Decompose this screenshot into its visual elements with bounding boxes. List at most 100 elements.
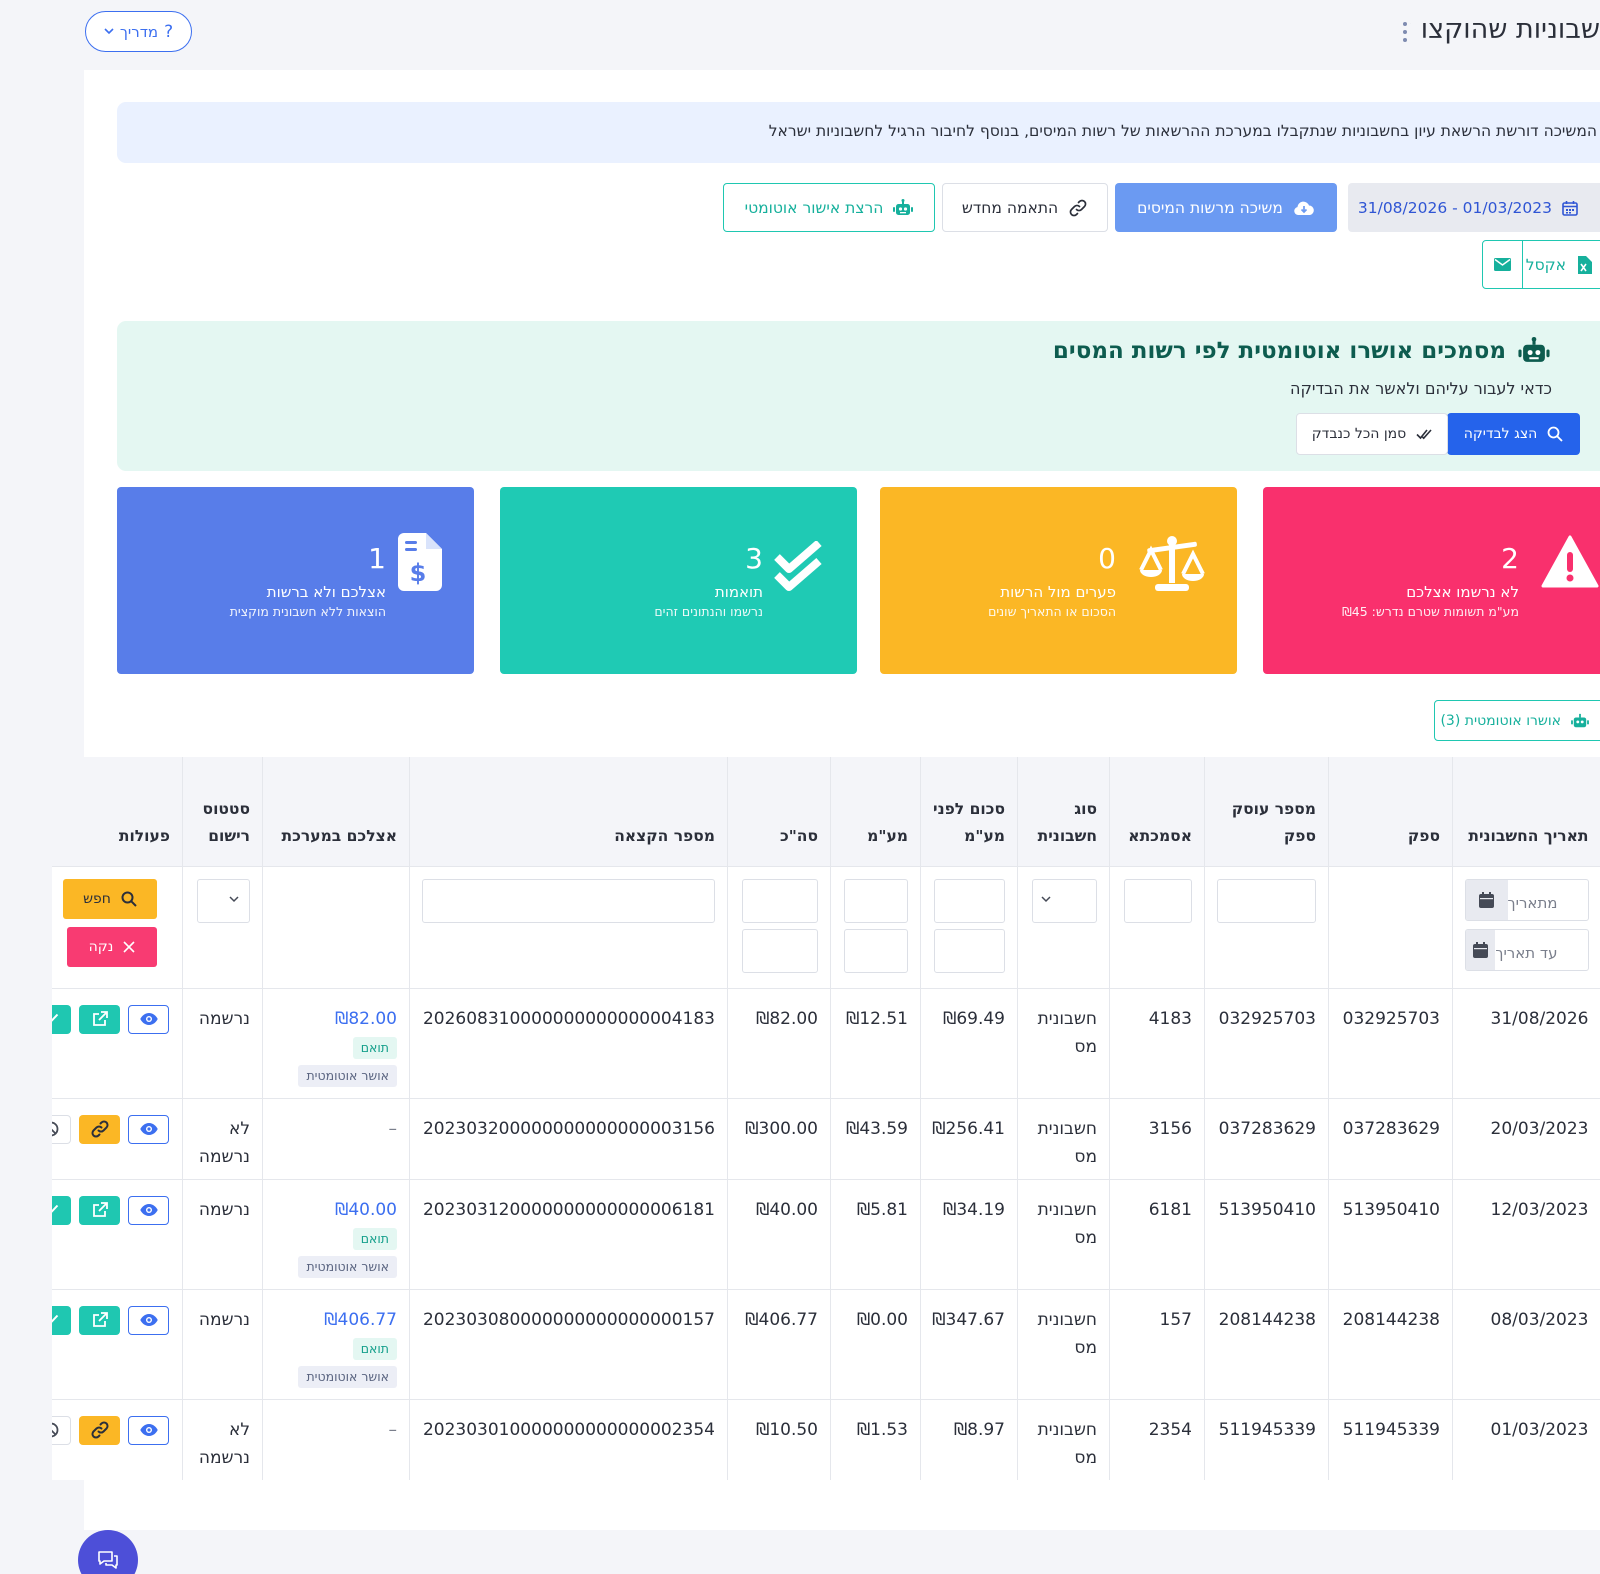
card-value: 0	[1098, 542, 1116, 575]
vat-max-filter[interactable]	[844, 928, 908, 973]
system-amount-link[interactable]: ₪82.00	[275, 1005, 397, 1033]
approve-button[interactable]	[52, 1305, 71, 1335]
chat-launcher-button[interactable]	[78, 1530, 138, 1574]
envelope-icon	[1494, 258, 1511, 271]
total-min-filter[interactable]	[742, 878, 818, 923]
before-vat-max-filter[interactable]	[934, 928, 1005, 973]
card-subtext: נרשמו והנתונים זהים	[654, 604, 763, 619]
cell-before-vat: ₪69.49	[920, 987, 1018, 1098]
cell-supplier-id: 032925703	[1204, 987, 1329, 1098]
col-header-supplier[interactable]: ספק	[1328, 757, 1453, 866]
calendar-icon	[1562, 200, 1578, 216]
email-export-button[interactable]	[1482, 240, 1523, 289]
view-button[interactable]	[128, 1004, 169, 1034]
view-button[interactable]	[128, 1195, 169, 1225]
open-external-button[interactable]	[79, 1305, 120, 1335]
svg-text:$: $	[410, 559, 427, 587]
col-header-vat[interactable]: מע"מ	[830, 757, 921, 866]
col-header-in-system[interactable]: אצלכם במערכת	[262, 757, 410, 866]
excel-export-button[interactable]: אקסל	[1521, 240, 1600, 289]
table-row: 20/03/2023 037283629 037283629 3156 חשבו…	[52, 1097, 1600, 1179]
date-range-picker[interactable]: 31/08/2026 - 01/03/2023	[1348, 183, 1600, 232]
open-external-button[interactable]	[79, 1195, 120, 1225]
total-max-filter[interactable]	[742, 928, 818, 973]
info-banner: המשיכה דורשת הרשאת עיון בחשבוניות שנתקבל…	[117, 102, 1600, 163]
ignore-button[interactable]	[52, 1415, 71, 1445]
open-external-button[interactable]	[79, 1004, 120, 1034]
card-label: לא נרשמו אצלכם	[1406, 583, 1519, 601]
cell-total: ₪10.50	[727, 1398, 831, 1480]
date-from-input[interactable]: מתאריך	[1465, 878, 1589, 921]
excel-label: אקסל	[1525, 255, 1566, 274]
table-row: 12/03/2023 513950410 513950410 6181 חשבו…	[52, 1178, 1600, 1289]
cell-actions	[52, 1097, 183, 1179]
guide-label: מדריך	[119, 22, 159, 41]
show-for-review-button[interactable]: הצג לבדיקה	[1447, 413, 1580, 455]
card-matched[interactable]: 3 תואמות נרשמו והנתונים זהים	[500, 487, 857, 674]
supplier-id-filter[interactable]	[1217, 878, 1316, 923]
scale-icon	[1139, 535, 1205, 593]
pull-from-tax-authority-button[interactable]: משיכה מרשות המיסים	[1115, 183, 1337, 232]
link-invoice-button[interactable]	[79, 1415, 120, 1445]
check-icon	[52, 1314, 59, 1326]
ignore-button[interactable]	[52, 1114, 71, 1144]
cell-in-system: –	[262, 1398, 410, 1480]
approve-button[interactable]	[52, 1195, 71, 1225]
search-button[interactable]: חפש	[63, 878, 157, 919]
cell-reference: 3156	[1109, 1097, 1205, 1179]
cell-reference: 6181	[1109, 1178, 1205, 1289]
cell-date: 31/08/2026	[1452, 987, 1600, 1098]
match-badge: תואם	[352, 1337, 397, 1360]
robot-icon	[1518, 337, 1550, 365]
system-amount-link[interactable]: ₪406.77	[275, 1306, 397, 1334]
clear-filters-button[interactable]: נקה	[67, 926, 157, 967]
col-header-date[interactable]: תאריך החשבונית	[1452, 757, 1600, 866]
rematch-button[interactable]: התאמה מחדש	[942, 183, 1108, 232]
guide-dropdown-button[interactable]: ? מדריך	[85, 11, 192, 52]
cell-allocation: 202608310000000000000004183	[409, 987, 728, 1098]
eye-icon	[139, 1424, 158, 1436]
status-filter-select[interactable]	[197, 878, 250, 923]
cell-before-vat: ₪8.97	[920, 1398, 1018, 1480]
link-invoice-button[interactable]	[79, 1114, 120, 1144]
view-button[interactable]	[128, 1305, 169, 1335]
col-header-supplier-id[interactable]: מספר עוסק ספק	[1204, 757, 1329, 866]
mark-all-reviewed-button[interactable]: סמן הכל כנבדק	[1296, 413, 1448, 455]
cell-type: חשבונית מס	[1017, 1288, 1110, 1399]
cell-actions	[52, 1398, 183, 1480]
col-header-reference[interactable]: אסמכתא	[1109, 757, 1205, 866]
reference-filter[interactable]	[1124, 878, 1192, 923]
cell-in-system: ₪40.00 תואם אושר אוטומטית	[262, 1178, 410, 1289]
view-button[interactable]	[128, 1114, 169, 1144]
double-check-icon	[1416, 428, 1432, 440]
cell-date: 08/03/2023	[1452, 1288, 1600, 1399]
auto-approved-badge: אושר אוטומטית	[298, 1255, 397, 1278]
before-vat-min-filter[interactable]	[934, 878, 1005, 923]
system-amount-empty: –	[388, 1419, 398, 1440]
card-not-registered[interactable]: 2 לא נרשמו אצלכם מע"מ תשומות שטרם נדרש: …	[1263, 487, 1600, 674]
col-header-type[interactable]: סוג חשבונית	[1017, 757, 1110, 866]
date-to-input[interactable]: עד תאריך	[1465, 928, 1589, 971]
system-amount-link[interactable]: ₪40.00	[275, 1196, 397, 1224]
cell-actions	[52, 987, 183, 1098]
approve-button[interactable]	[52, 1004, 71, 1034]
run-auto-approve-button[interactable]: הרצת אישור אוטומטי	[723, 183, 935, 232]
card-only-in-system[interactable]: $ 1 אצלכם ולא ברשות הוצאות ללא חשבונית מ…	[117, 487, 474, 674]
col-header-status[interactable]: סטטוס רישום	[182, 757, 263, 866]
search-icon	[121, 891, 137, 907]
cell-reference: 2354	[1109, 1398, 1205, 1480]
col-header-before-vat[interactable]: סכום לפני מע"מ	[920, 757, 1018, 866]
col-header-allocation[interactable]: מספר הקצאה	[409, 757, 728, 866]
view-button[interactable]	[128, 1415, 169, 1445]
calendar-icon[interactable]	[1466, 929, 1496, 970]
cell-in-system: ₪406.77 תואם אושר אוטומטית	[262, 1288, 410, 1399]
allocation-filter[interactable]	[422, 878, 715, 923]
col-header-total[interactable]: סה"כ	[727, 757, 831, 866]
calendar-icon[interactable]	[1466, 879, 1508, 920]
vat-min-filter[interactable]	[844, 878, 908, 923]
type-filter-select[interactable]	[1032, 878, 1097, 923]
auto-approved-filter-button[interactable]: אושרו אוטומטית (3)	[1434, 700, 1600, 741]
card-subtext: הסכום או התאריך שונים	[988, 604, 1116, 619]
excel-file-icon	[1576, 255, 1592, 274]
card-gaps[interactable]: 0 פערים מול הרשות הסכום או התאריך שונים	[880, 487, 1237, 674]
